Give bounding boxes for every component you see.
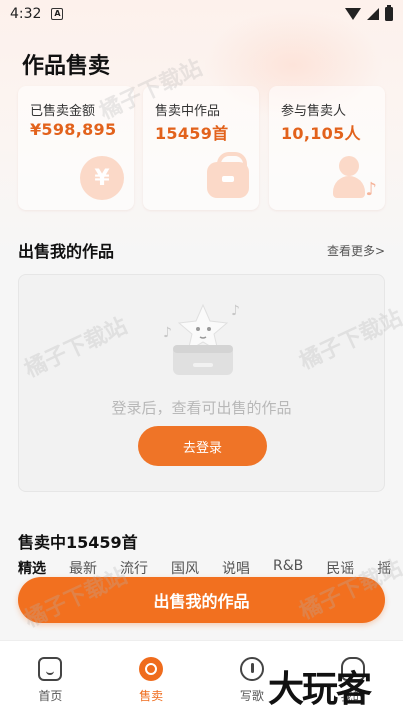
nav-label: 首页: [38, 689, 63, 703]
selling-section-title: 售卖中15459首: [18, 533, 138, 552]
empty-state-message: 登录后，查看可出售的作品: [111, 399, 292, 417]
stat-value: ¥598,895: [30, 120, 117, 139]
stat-value: 15459首: [155, 124, 229, 143]
stat-card-sold-amount[interactable]: 已售卖金额 ¥598,895 ¥: [18, 86, 134, 210]
status-time: 4:32: [10, 6, 42, 22]
nav-home[interactable]: 首页: [0, 641, 101, 718]
section-title: 出售我的作品: [18, 242, 115, 261]
sell-my-works-button[interactable]: 出售我的作品: [18, 577, 385, 623]
tab-rock[interactable]: 摇: [377, 558, 391, 580]
nav-sell[interactable]: 售卖: [101, 641, 202, 718]
page-title: 作品售卖: [22, 54, 111, 79]
home-icon: [38, 657, 63, 681]
login-button[interactable]: 去登录: [138, 426, 267, 466]
signal-icon: [367, 8, 379, 20]
nav-label: 写歌: [239, 689, 264, 703]
empty-works-card: ♪ ♪ 登录后，查看可出售的作品 去登录: [18, 274, 385, 492]
stat-label: 已售卖金额: [30, 104, 96, 119]
empty-box-illustration: ♪ ♪: [163, 303, 240, 375]
write-icon: [239, 657, 264, 681]
notification-icon: A: [51, 8, 64, 20]
nav-label: 售卖: [139, 689, 164, 703]
stat-label: 售卖中作品: [155, 104, 221, 119]
status-bar: 4:32 A: [0, 0, 403, 28]
sell-icon: [139, 657, 164, 681]
brand-watermark: 大玩客: [268, 668, 372, 710]
svg-text:♪: ♪: [163, 325, 172, 341]
stat-label: 参与售卖人: [281, 104, 347, 119]
stat-card-selling-works[interactable]: 售卖中作品 15459首: [143, 86, 259, 210]
stat-card-sellers[interactable]: 参与售卖人 10,105人 ♪: [269, 86, 385, 210]
status-icons: [345, 5, 393, 21]
svg-text:♪: ♪: [231, 303, 240, 319]
bag-icon: [207, 152, 249, 198]
see-more-link[interactable]: 查看更多>: [327, 242, 385, 259]
sell-my-works-header: 出售我的作品 查看更多>: [18, 238, 385, 262]
stat-value: 10,105人: [281, 124, 361, 143]
yen-coin-icon: ¥: [80, 156, 124, 200]
battery-icon: [385, 5, 393, 21]
person-music-icon: ♪: [331, 156, 377, 200]
wifi-icon: [345, 8, 361, 20]
